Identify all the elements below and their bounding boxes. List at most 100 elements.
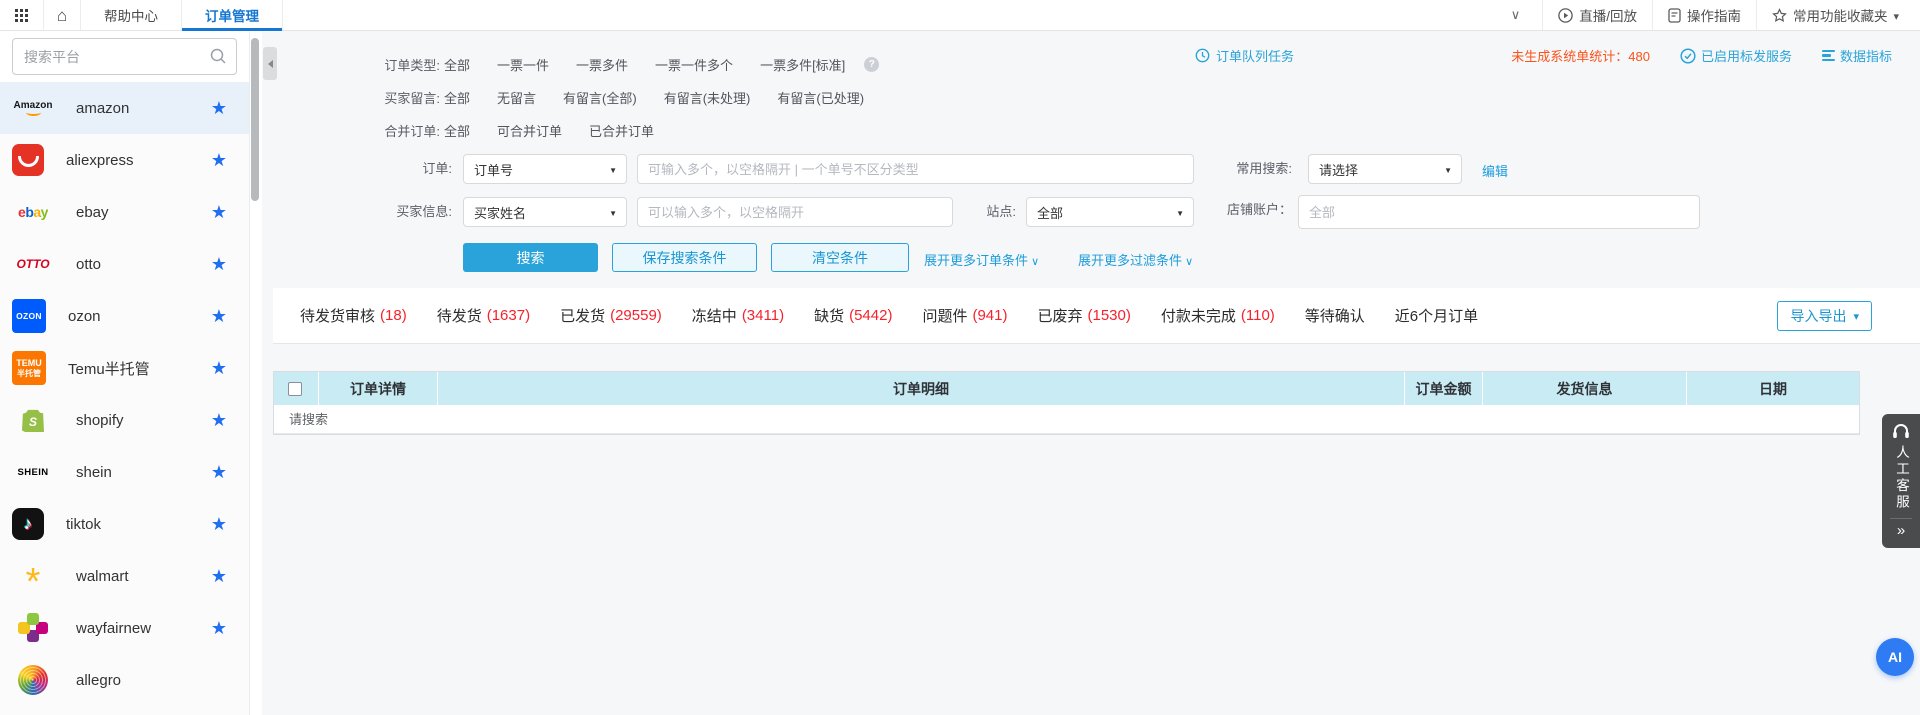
main-content: 订单类型: 全部 一票一件 一票多件 一票一件多个 一票多件[标准] ? 买家留言: 全… [262,31,1920,715]
filter-option[interactable]: 一票一件 [497,55,549,74]
edit-quick-search-link[interactable]: 编辑 [1482,161,1508,180]
platform-logo-icon [12,454,54,490]
sidebar-item-platform[interactable]: allegro [0,654,249,706]
filter-option[interactable]: 有留言(未处理) [664,88,751,107]
status-tab[interactable]: 待发货 (1637) [437,305,530,326]
status-tab[interactable]: 近6个月订单 [1395,305,1478,326]
sidebar-collapse-handle[interactable] [263,47,277,80]
sidebar-item-platform[interactable]: walmart [0,550,249,602]
status-tab-label: 已废弃 [1037,308,1083,325]
sidebar-item-platform[interactable]: ozon [0,290,249,342]
order-number-type-select[interactable]: 订单号 [463,154,627,184]
platform-logo-icon [12,610,54,646]
sidebar-item-platform[interactable]: shein [0,446,249,498]
status-tab[interactable]: 已废弃 (1530) [1037,305,1130,326]
site-select[interactable]: 全部 [1026,197,1194,227]
favorite-star-icon[interactable] [211,566,227,587]
tab-help-center[interactable]: 帮助中心 [81,0,182,30]
filter-option[interactable]: 全部 [444,55,470,74]
select-all-checkbox[interactable] [288,381,302,396]
sidebar-scrollbar-thumb[interactable] [251,38,259,201]
sidebar-item-platform[interactable]: aliexpress [0,134,249,186]
shop-account-input[interactable] [1298,195,1700,229]
sidebar-item-platform[interactable]: Temu 半托管 [0,342,249,394]
platform-label: otto [76,255,102,273]
orders-table-header: 订单详情 订单明细 订单金额 发货信息 日期 [274,372,1859,405]
live-replay-button[interactable]: 直播/回放 [1542,0,1652,30]
order-queue-tasks-label: 订单队列任务 [1216,49,1295,64]
filter-option[interactable]: 全部 [444,88,470,107]
status-tab[interactable]: 缺货 (5442) [814,305,892,326]
tag-service-status[interactable]: 已启用标发服务 [1680,46,1792,65]
ai-assistant-button[interactable]: AI [1876,638,1914,676]
filter-option[interactable]: 有留言(已处理) [777,88,864,107]
favorite-star-icon[interactable] [211,514,227,535]
filter-option[interactable]: 全部 [444,121,470,140]
filter-options: 全部 一票一件 一票多件 一票一件多个 一票多件[标准] [444,55,845,74]
favorites-label: 常用功能收藏夹 [1792,9,1888,24]
favorites-menu-button[interactable]: 常用功能收藏夹 [1755,0,1914,30]
human-support-tab[interactable]: 人工客服 » [1882,414,1920,548]
clear-conditions-button[interactable]: 清空条件 [771,243,909,272]
favorite-star-icon[interactable] [211,202,227,223]
favorite-star-icon[interactable] [211,98,227,119]
platform-logo-icon [12,508,44,540]
top-nav: 帮助中心 订单管理 直播/回放 操作指南 [0,0,1920,31]
platform-label: allegro [76,671,122,689]
platform-search-input[interactable] [12,38,237,75]
buyer-info-input[interactable] [637,197,953,227]
operation-guide-button[interactable]: 操作指南 [1651,0,1756,30]
favorite-star-icon[interactable] [211,618,227,639]
filter-option[interactable]: 无留言 [497,88,536,107]
favorite-star-icon[interactable] [211,306,227,327]
favorite-star-icon[interactable] [211,254,227,275]
apps-grid-button[interactable] [0,0,44,30]
platform-logo-icon [12,402,54,438]
live-replay-label: 直播/回放 [1579,9,1637,24]
status-tab[interactable]: 问题件 (941) [922,305,1007,326]
filter-label: 订单类型: [384,57,440,73]
status-tab[interactable]: 等待确认 [1305,305,1365,326]
filter-option[interactable]: 一票一件多个 [655,55,733,74]
save-search-conditions-button[interactable]: 保存搜索条件 [612,243,757,272]
filter-option[interactable]: 一票多件 [576,55,628,74]
tab-order-management[interactable]: 订单管理 [182,0,283,31]
platform-label: walmart [76,567,129,585]
buyer-field-type-select[interactable]: 买家姓名 [463,197,627,227]
data-metrics-link[interactable]: 数据指标 [1821,46,1892,65]
help-icon[interactable]: ? [864,56,880,72]
favorite-star-icon[interactable] [211,462,227,483]
status-tab[interactable]: 付款未完成 (110) [1161,305,1275,326]
expand-more-filter-conditions-link[interactable]: 展开更多过滤条件 [1078,250,1193,269]
sidebar-item-platform[interactable]: tiktok [0,498,249,550]
favorite-star-icon[interactable] [211,150,227,171]
status-tab[interactable]: 待发货审核 (18) [300,305,407,326]
expand-more-order-conditions-link[interactable]: 展开更多订单条件 [924,250,1039,269]
double-arrow-icon[interactable]: » [1897,522,1905,539]
play-circle-icon [1558,7,1573,23]
platform-sidebar: amazon aliexpress ebay otto [0,31,250,715]
nav-collapse-chevron[interactable] [1489,0,1543,30]
favorite-star-icon[interactable] [211,410,227,431]
order-queue-tasks-link[interactable]: 订单队列任务 [1195,46,1294,65]
sidebar-item-platform[interactable]: wayfairnew [0,602,249,654]
sidebar-item-platform[interactable]: ebay [0,186,249,238]
search-button[interactable]: 搜索 [463,243,598,272]
sidebar-item-platform[interactable]: amazon [0,82,249,134]
favorite-star-icon[interactable] [211,358,227,379]
status-tab[interactable]: 冻结中 (3411) [692,305,784,326]
order-number-input[interactable] [637,154,1194,184]
sidebar-item-platform[interactable]: otto [0,238,249,290]
filter-option[interactable]: 可合并订单 [497,121,562,140]
home-tab[interactable] [44,0,81,30]
shop-account-label: 店铺账户： [1226,202,1292,217]
platform-logo-icon [12,246,54,282]
status-tab[interactable]: 已发货 (29559) [560,305,662,326]
sidebar-item-platform[interactable]: shopify [0,394,249,446]
status-tab-count: (5442) [849,307,893,324]
filter-option[interactable]: 有留言(全部) [563,88,637,107]
filter-option[interactable]: 一票多件[标准] [760,55,845,74]
import-export-button[interactable]: 导入导出 [1777,301,1872,331]
quick-search-select[interactable]: 请选择 [1308,154,1462,184]
filter-option[interactable]: 已合并订单 [589,121,654,140]
